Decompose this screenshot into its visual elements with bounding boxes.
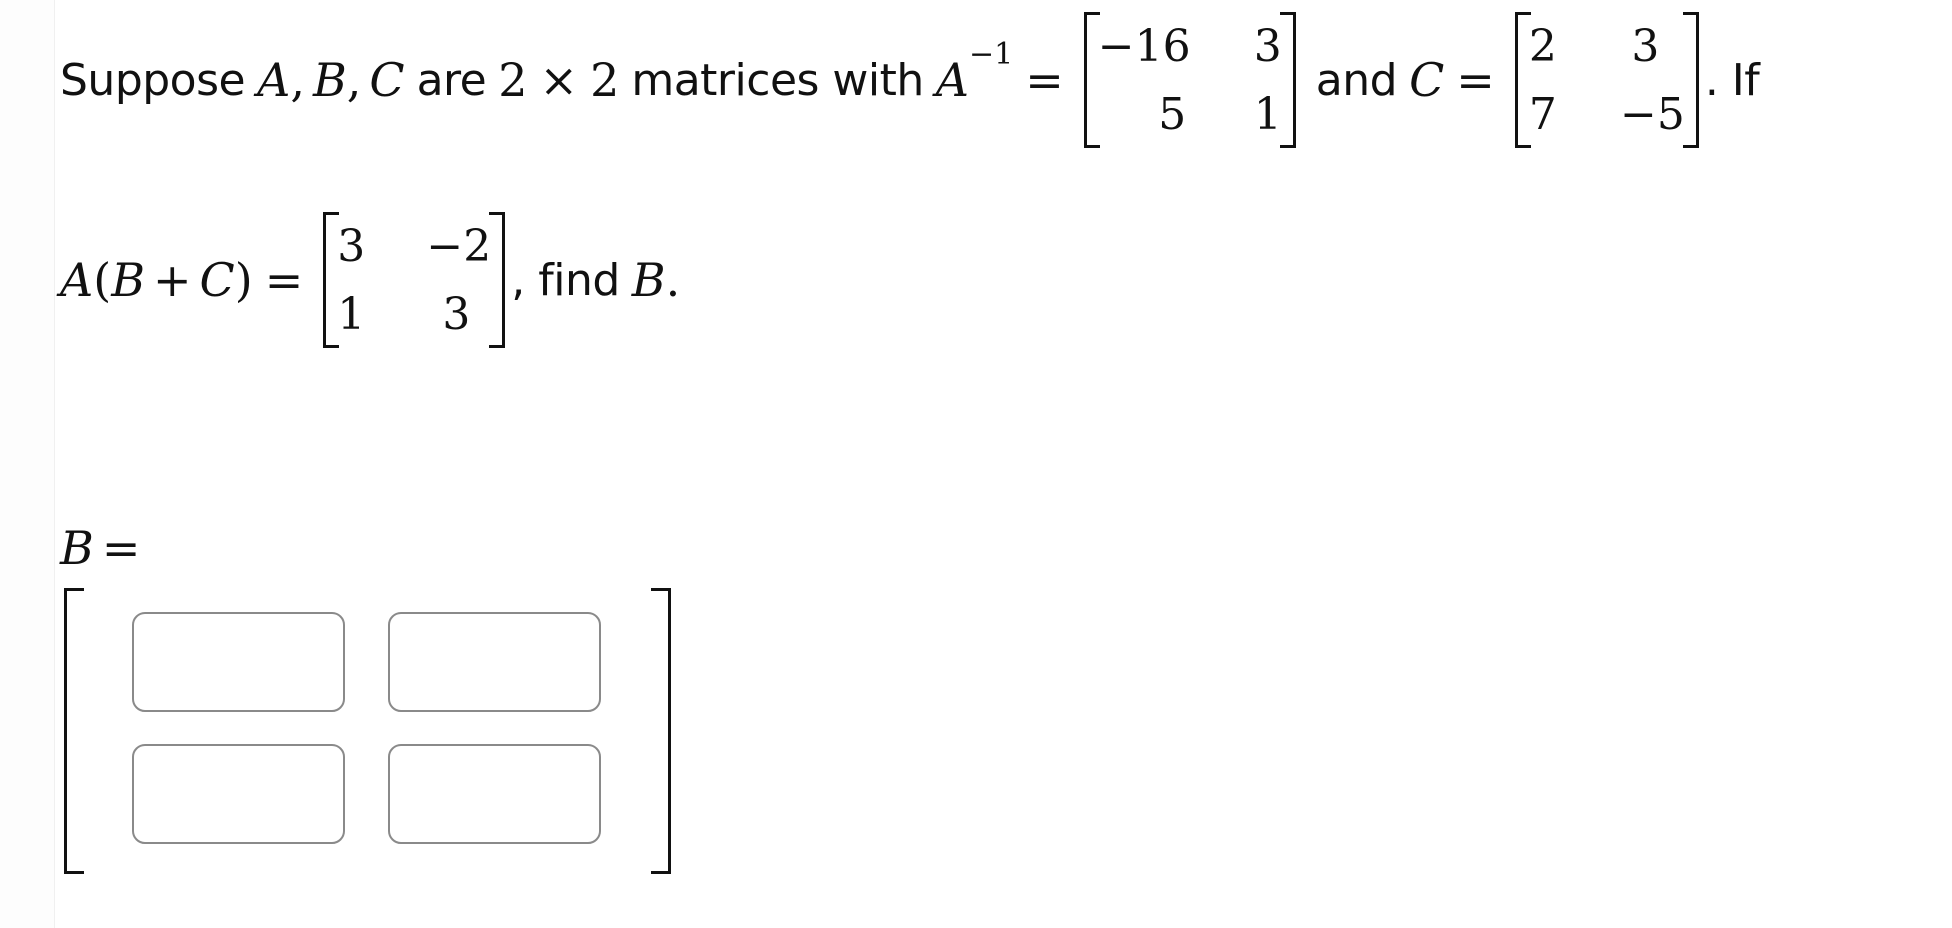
answer-input-r1c2[interactable] [388,612,601,712]
left-bracket [64,588,84,874]
var-c: C [369,53,405,107]
matrix-cell: 1 [1253,88,1282,140]
matrix-cell: −5 [1619,88,1685,140]
equals-sign: = [264,253,304,307]
superscript-inverse: −1 [969,36,1014,72]
matrix-cell: 3 [1631,20,1660,72]
var-b: B [111,253,145,307]
question-line-2: A ( B + C ) = 3 −2 1 3 , find B . [60,212,680,348]
var-a: A [60,253,94,307]
matrix-c: 2 3 7 −5 [1514,12,1699,148]
text-and: and [1315,54,1398,106]
matrix-cell: 7 [1528,88,1557,140]
var-c: C [199,253,235,307]
matrix-cell: −2 [426,220,492,272]
text-matrices-with: matrices with [631,54,924,106]
matrix-cell: 3 [337,220,366,272]
var-a: A [257,53,291,107]
right-bracket [651,588,671,874]
period: . [665,253,681,307]
matrix-cell: 2 [1528,20,1557,72]
right-bracket [489,212,506,348]
matrix-cell: −16 [1097,20,1191,72]
var-a: A [935,53,970,107]
matrix-a-inverse: −16 3 5 1 [1083,12,1296,148]
text-are: are [416,54,487,106]
matrix-cell: 5 [1158,88,1187,140]
text-find: , find [511,254,620,306]
right-bracket [1682,12,1699,148]
matrix-cell: 3 [1253,20,1282,72]
text-period-if: . If [1704,54,1760,106]
matrix-a-b-plus-c: 3 −2 1 3 [323,212,506,348]
number-2: 2 [590,53,620,107]
answer-input-r1c1[interactable] [132,612,345,712]
matrix-cell: 1 [337,288,366,340]
answer-input-r2c1[interactable] [132,744,345,844]
text-suppose: Suppose [60,54,246,106]
equals-sign: = [101,521,141,575]
right-paren: ) [234,253,253,307]
var-b: B [312,53,347,107]
number-2: 2 [498,53,528,107]
right-bracket [1279,12,1296,148]
matrix-cell: 3 [442,288,471,340]
var-c: C [1409,53,1445,107]
equals-sign: = [1025,53,1064,107]
plus-sign: + [153,253,192,307]
equals-sign: = [1456,53,1495,107]
times-sign: × [539,53,579,107]
question-line-1: Suppose A , B , C are 2 × 2 matrices wit… [60,12,1760,148]
left-paren: ( [93,253,112,307]
comma: , [346,53,362,107]
answer-input-r2c2[interactable] [388,744,601,844]
comma: , [290,53,305,107]
answer-label: B = [60,520,140,576]
var-b: B [631,253,666,307]
var-b: B [60,521,94,575]
